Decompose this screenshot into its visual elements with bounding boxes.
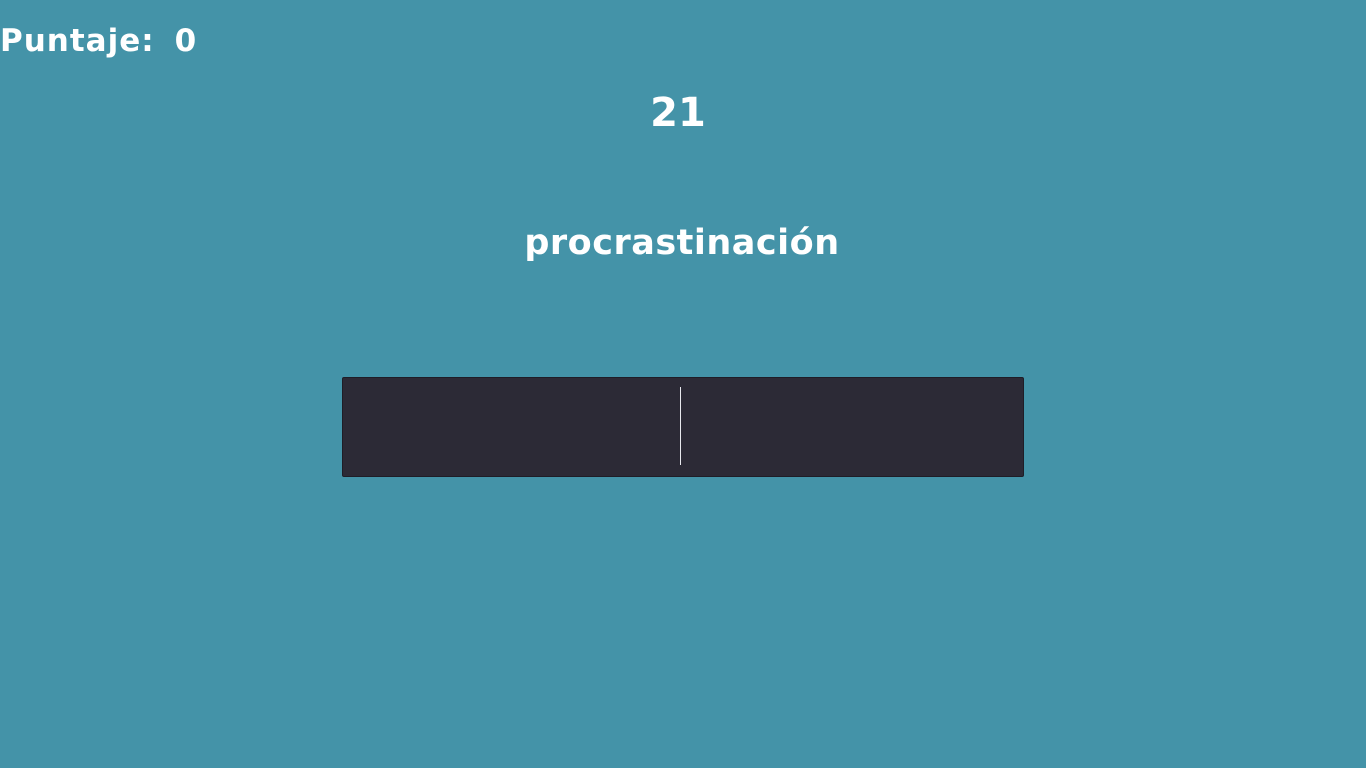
countdown-timer: 21 — [650, 90, 706, 136]
score-label: Puntaje — [0, 23, 142, 59]
score-display: Puntaje: 0 — [0, 22, 197, 60]
score-separator: : — [141, 23, 155, 59]
target-word: procrastinación — [524, 223, 840, 263]
score-value: 0 — [174, 23, 198, 59]
answer-box[interactable] — [342, 377, 1024, 477]
answer-input[interactable] — [343, 378, 1023, 476]
text-caret — [680, 387, 681, 465]
